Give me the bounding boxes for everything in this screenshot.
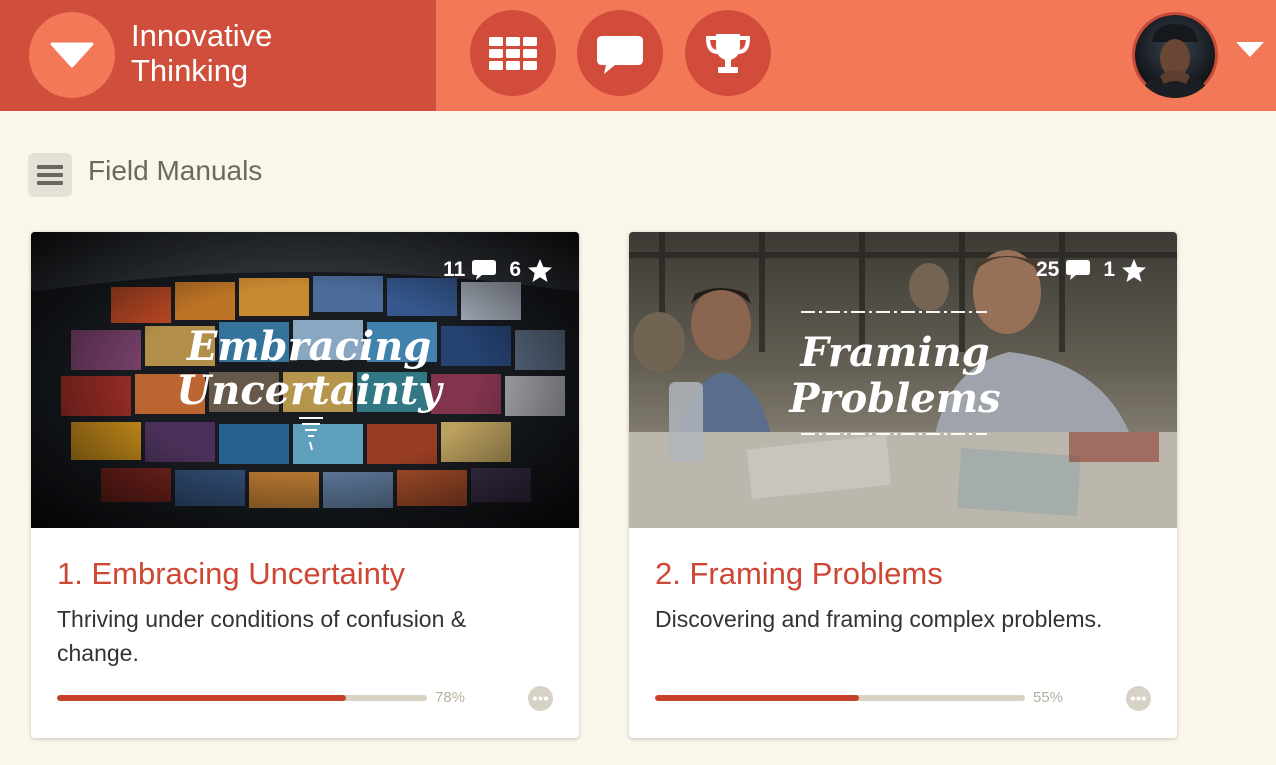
star-count: 1 xyxy=(1103,258,1115,281)
cover-title-line-1: Embracing xyxy=(186,323,431,370)
card-stats: 11 6 xyxy=(431,256,553,284)
chevron-down-icon xyxy=(50,42,94,68)
cover-title-line-2: Problems xyxy=(788,375,1000,422)
cover-title-line-1: Framing xyxy=(799,329,989,376)
manuals-grid-button[interactable] xyxy=(470,10,556,96)
hamburger-icon xyxy=(37,165,63,185)
star-icon xyxy=(1122,258,1146,282)
sidebar-toggle-button[interactable] xyxy=(28,153,72,197)
course-menu-button[interactable] xyxy=(29,12,115,98)
card-title[interactable]: 2. Framing Problems xyxy=(655,554,1155,594)
comment-count: 11 xyxy=(443,258,466,281)
star-icon xyxy=(528,258,552,282)
card-cover-image: Framing Problems 25 1 xyxy=(629,232,1177,528)
comment-icon xyxy=(472,260,497,280)
manual-card-framing-problems[interactable]: Framing Problems 25 1 2. Framing Problem… xyxy=(629,232,1177,738)
progress-bar xyxy=(57,695,427,701)
progress-bar xyxy=(655,695,1025,701)
comment-icon xyxy=(1066,260,1091,280)
chat-bubble-icon xyxy=(597,36,643,74)
avatar-photo xyxy=(1135,15,1215,98)
cover-title-line-2: Uncertainty xyxy=(176,367,444,414)
progress-fill xyxy=(57,695,346,701)
star-count: 6 xyxy=(509,258,521,281)
course-title[interactable]: Innovative Thinking xyxy=(131,18,431,88)
more-options-button[interactable] xyxy=(1126,686,1151,711)
progress-label: 55% xyxy=(1033,689,1064,706)
progress-fill xyxy=(655,695,859,701)
trophy-icon xyxy=(705,34,751,73)
more-options-button[interactable] xyxy=(528,686,553,711)
card-description: Discovering and framing complex problems… xyxy=(655,606,1103,632)
user-menu-chevron-icon[interactable] xyxy=(1234,40,1266,60)
brand-area: Innovative Thinking xyxy=(0,0,436,111)
top-bar: Innovative Thinking xyxy=(0,0,1276,111)
manual-card-embracing-uncertainty[interactable]: Embracing Uncertainty 11 6 1. Embracing … xyxy=(31,232,579,738)
achievements-button[interactable] xyxy=(685,10,771,96)
card-stats: 25 1 xyxy=(1024,256,1147,284)
progress-label: 78% xyxy=(435,689,466,706)
card-description: Thriving under conditions of confusion &… xyxy=(57,606,467,666)
card-cover-image: Embracing Uncertainty 11 6 xyxy=(31,232,579,528)
ellipsis-icon xyxy=(1131,696,1146,701)
section-title: Field Manuals xyxy=(88,155,263,186)
comment-count: 25 xyxy=(1035,258,1060,281)
card-title[interactable]: 1. Embracing Uncertainty xyxy=(57,554,557,594)
user-avatar[interactable] xyxy=(1132,12,1218,98)
discussion-button[interactable] xyxy=(577,10,663,96)
grid-icon xyxy=(489,37,537,70)
ellipsis-icon xyxy=(533,696,548,701)
